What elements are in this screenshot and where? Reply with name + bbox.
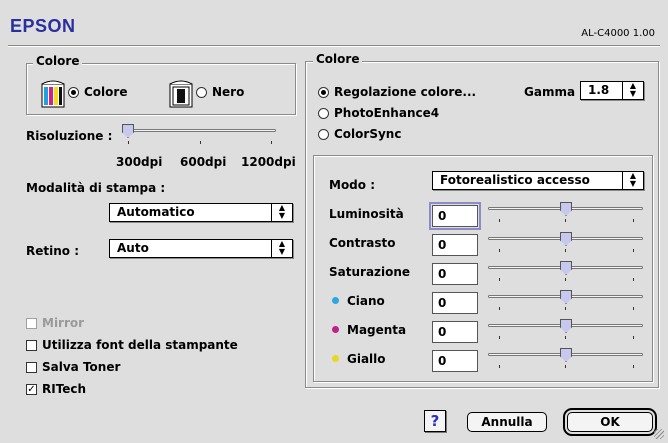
color-adjust-label[interactable]: Regolazione colore...: [334, 85, 476, 99]
cancel-button[interactable]: Annulla: [467, 412, 547, 432]
gamma-label: Gamma: [524, 85, 576, 99]
gamma-popup[interactable]: 1.8 ▲ ▼: [580, 81, 644, 100]
mode-value: Fotorealistico accesso: [440, 173, 590, 187]
screen-label: Retino :: [26, 244, 79, 258]
slider-tick: [565, 307, 566, 310]
colorsync-label[interactable]: ColorSync: [334, 127, 401, 141]
toner-save-label[interactable]: Salva Toner: [42, 360, 120, 374]
luminosita-field[interactable]: 0: [429, 202, 481, 230]
giallo-field[interactable]: 0: [432, 350, 478, 372]
photoenhance-radio[interactable]: [318, 108, 329, 119]
slider-tick: [499, 307, 500, 310]
magenta-field[interactable]: 0: [432, 321, 478, 343]
left-color-group: [26, 63, 296, 115]
checkmark-icon: ✓: [27, 384, 36, 395]
black-cartridge-icon: [169, 78, 193, 108]
colorsync-radio[interactable]: [318, 129, 329, 140]
slider-tick: [565, 336, 566, 339]
mirror-checkbox: [26, 318, 37, 329]
black-mode-radio[interactable]: [196, 87, 207, 98]
toner-save-checkbox[interactable]: [26, 362, 37, 373]
slider-tick: [633, 365, 634, 368]
contrasto-field[interactable]: 0: [432, 234, 478, 256]
popup-arrows-icon: ▲ ▼: [271, 204, 292, 221]
epson-logo: EPSON: [10, 16, 76, 36]
ritech-checkbox[interactable]: ✓: [26, 384, 37, 395]
resolution-label: Risoluzione :: [26, 129, 113, 143]
print-mode-label: Modalità di stampa :: [26, 181, 166, 195]
popup-arrows-icon: ▲ ▼: [622, 172, 643, 189]
screen-popup[interactable]: Auto ▲ ▼: [109, 239, 293, 258]
gamma-value: 1.8: [588, 83, 610, 97]
resolution-mark-300: 300dpi: [116, 155, 163, 169]
saturazione-label: Saturazione: [329, 265, 411, 279]
slider-tick: [633, 249, 634, 252]
ciano-field[interactable]: 0: [432, 292, 478, 314]
photoenhance-label[interactable]: PhotoEnhance4: [334, 106, 439, 120]
slider-tick: [633, 336, 634, 339]
slider-tick: [499, 365, 500, 368]
color-mode-label[interactable]: Colore: [84, 85, 127, 99]
print-mode-popup[interactable]: Automatico ▲ ▼: [109, 203, 293, 222]
resolution-mark-1200: 1200dpi: [241, 155, 296, 169]
slider-tick: [633, 219, 634, 222]
resolution-slider-thumb[interactable]: [122, 124, 134, 138]
slider-tick: [499, 219, 500, 222]
color-mode-radio[interactable]: [68, 87, 79, 98]
ok-button[interactable]: OK: [563, 408, 657, 436]
slider-tick: [499, 336, 500, 339]
resolution-tick: [271, 141, 272, 144]
mirror-label: Mirror: [42, 316, 85, 330]
color-adjust-radio[interactable]: [318, 87, 329, 98]
printer-fonts-label[interactable]: Utilizza font della stampante: [42, 338, 238, 352]
printer-fonts-checkbox[interactable]: [26, 340, 37, 351]
resolution-tick: [128, 141, 129, 144]
left-color-group-title: Colore: [33, 54, 83, 68]
slider-tick: [633, 307, 634, 310]
resolution-mark-600: 600dpi: [180, 155, 227, 169]
popup-arrows-icon: ▲ ▼: [622, 82, 643, 99]
slider-tick: [633, 278, 634, 281]
slider-tick: [499, 278, 500, 281]
help-button[interactable]: ?: [424, 410, 446, 432]
luminosita-label: Luminosità: [329, 207, 404, 221]
ritech-label[interactable]: RITech: [42, 382, 86, 396]
magenta-label: Magenta: [347, 323, 407, 337]
black-mode-label[interactable]: Nero: [212, 85, 244, 99]
screen-value: Auto: [117, 241, 149, 255]
popup-arrows-icon: ▲ ▼: [271, 240, 292, 257]
model-version: AL-C4000 1.00: [581, 28, 655, 39]
resize-grip-icon[interactable]: [654, 429, 664, 439]
slider-tick: [565, 249, 566, 252]
magenta-dot-icon: [332, 326, 339, 333]
mode-label: Modo :: [329, 178, 375, 192]
slider-tick: [499, 249, 500, 252]
contrasto-label: Contrasto: [329, 236, 396, 250]
resolution-slider-track[interactable]: [124, 129, 276, 132]
yellow-dot-icon: [332, 355, 339, 362]
slider-tick: [565, 219, 566, 222]
saturazione-field[interactable]: 0: [432, 263, 478, 285]
right-color-group-title: Colore: [313, 52, 363, 66]
print-mode-value: Automatico: [117, 205, 195, 219]
mode-popup[interactable]: Fotorealistico accesso ▲ ▼: [432, 171, 644, 190]
cyan-dot-icon: [332, 297, 339, 304]
slider-tick: [565, 365, 566, 368]
giallo-label: Giallo: [347, 352, 386, 366]
slider-tick: [565, 278, 566, 281]
resolution-tick: [200, 141, 201, 144]
ciano-label: Ciano: [347, 294, 385, 308]
color-cartridge-icon: [41, 78, 65, 108]
header-divider: [8, 45, 660, 47]
